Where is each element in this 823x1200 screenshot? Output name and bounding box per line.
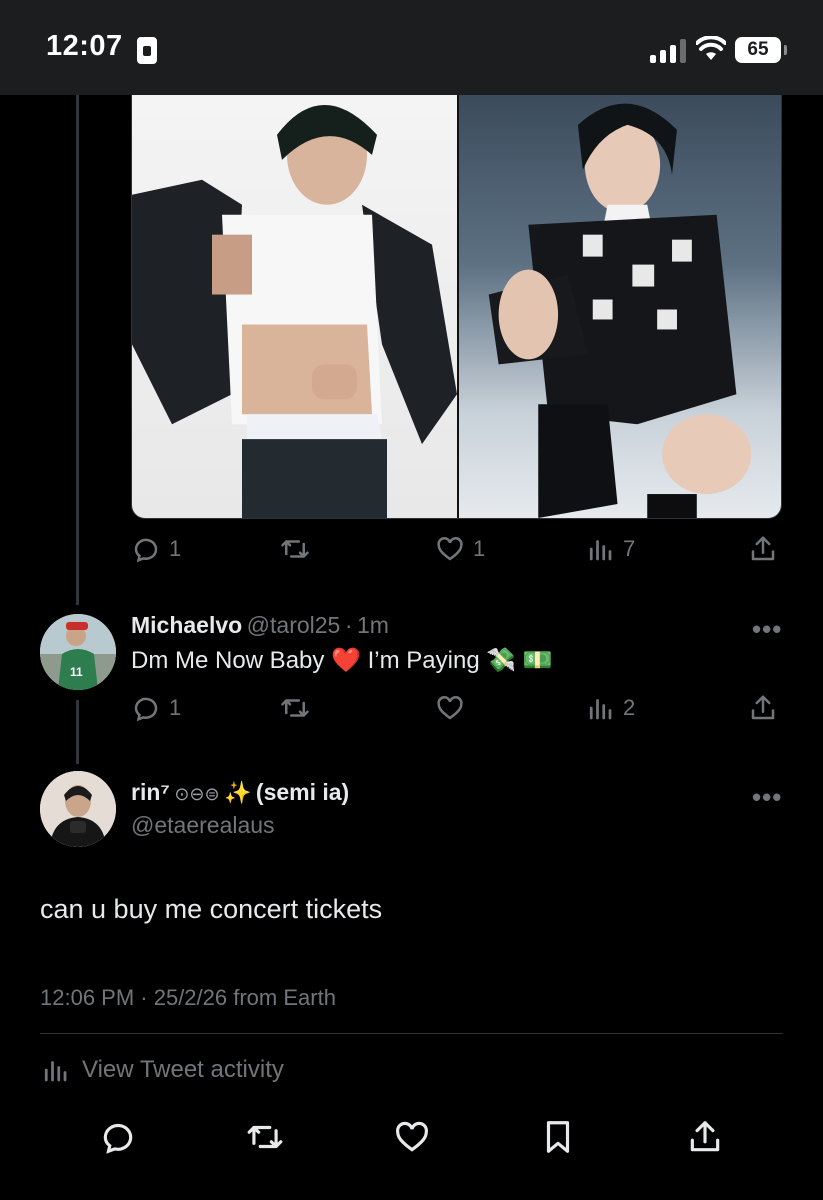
- reply-display-name[interactable]: Michaelvo: [131, 612, 242, 638]
- reply-time[interactable]: 1m: [357, 612, 389, 638]
- sparkles-emoji: ✨: [224, 780, 252, 805]
- like-count: 1: [473, 536, 486, 561]
- retweet-action[interactable]: [280, 534, 310, 564]
- view-count: 7: [623, 536, 636, 561]
- heart-icon[interactable]: [393, 1118, 431, 1156]
- view-tweet-activity-label: View Tweet activity: [82, 1056, 284, 1083]
- media-photo-right[interactable]: [457, 95, 781, 518]
- reply2-reply-action[interactable]: 1: [131, 693, 181, 723]
- heart-icon: [437, 537, 463, 561]
- reply-text-part1: Dm Me Now Baby: [131, 647, 325, 674]
- tweet-meta[interactable]: 12:06 PM · 25/2/26 from Earth: [40, 985, 336, 1011]
- media-photo-left[interactable]: [132, 95, 457, 518]
- reply-text: Dm Me Now Baby ❤️ I’m Paying 💸 💵: [131, 646, 553, 675]
- reply-text-part2: I’m Paying: [367, 647, 480, 674]
- focus-icon: [137, 37, 157, 64]
- views-icon: [589, 540, 612, 561]
- author-header: rin⁷ ⊙⊖⊜ ✨ (semi ia): [131, 779, 349, 806]
- battery-indicator: 65: [735, 37, 787, 63]
- reply-handle[interactable]: @tarol25: [247, 612, 341, 638]
- share-action[interactable]: [748, 534, 778, 564]
- bookmark-icon[interactable]: [539, 1118, 577, 1156]
- reply2-like-action[interactable]: [435, 693, 465, 723]
- thread-line-top: [76, 95, 79, 605]
- reply-more-button[interactable]: •••: [752, 614, 782, 645]
- reply2-views-action[interactable]: 2: [585, 693, 635, 723]
- money-emoji: 💸 💵: [486, 647, 553, 674]
- retweet-icon: [281, 540, 309, 558]
- author-display-name[interactable]: rin⁷: [131, 779, 170, 805]
- heart-icon: [437, 696, 463, 720]
- tweet-text: can u buy me concert tickets: [40, 894, 383, 924]
- reply-action[interactable]: 1: [131, 534, 181, 564]
- reply2-view-count: 2: [623, 695, 636, 720]
- divider: [40, 1033, 783, 1034]
- author-name-suffix: (semi ia): [255, 779, 350, 805]
- like-action[interactable]: 1: [435, 534, 485, 564]
- reply-count: 1: [169, 536, 182, 561]
- views-icon: [589, 699, 612, 720]
- thread-line-mid: [76, 700, 79, 764]
- share-icon[interactable]: [686, 1118, 724, 1156]
- reply-icon[interactable]: [99, 1118, 137, 1156]
- svg-text:11: 11: [70, 665, 83, 679]
- reply-separator: ·: [344, 612, 353, 638]
- red-heart-emoji: ❤️: [331, 647, 361, 674]
- name-symbols: ⊙⊖⊜: [174, 784, 220, 804]
- reply2-share-action[interactable]: [748, 693, 778, 723]
- author-handle[interactable]: @etaerealaus: [131, 812, 275, 839]
- tweet-media[interactable]: [131, 95, 782, 519]
- reply2-retweet-action[interactable]: [280, 693, 310, 723]
- reply2-reply-count: 1: [169, 695, 182, 720]
- wifi-icon: [696, 36, 726, 60]
- retweet-icon[interactable]: [246, 1118, 284, 1156]
- activity-icon: [44, 1061, 67, 1082]
- share-icon: [751, 695, 775, 720]
- tweet-more-button[interactable]: •••: [752, 782, 782, 813]
- reply-header: Michaelvo @tarol25 · 1m: [131, 612, 389, 639]
- view-tweet-activity-link[interactable]: View Tweet activity: [40, 1055, 284, 1085]
- status-time: 12:07: [46, 30, 123, 62]
- avatar-michaelvo[interactable]: 11: [40, 614, 116, 690]
- share-icon: [751, 536, 775, 561]
- views-action[interactable]: 7: [585, 534, 635, 564]
- reply-icon: [134, 697, 158, 722]
- reply-icon: [134, 538, 158, 563]
- retweet-icon: [281, 699, 309, 717]
- avatar-rin[interactable]: [40, 771, 116, 847]
- cellular-signal-icon: [650, 39, 686, 63]
